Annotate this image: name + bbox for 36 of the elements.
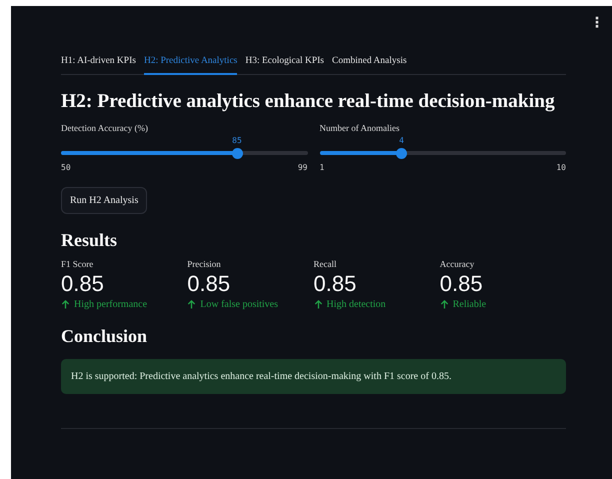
page-title: H2: Predictive analytics enhance real-time decision-making — [61, 91, 556, 113]
metric-label: Precision — [187, 259, 222, 269]
tab[interactable]: Combined Analysis — [332, 52, 407, 75]
slider-min: 50 — [61, 163, 71, 172]
metric-value: 0.85 — [314, 271, 358, 297]
run-analysis-button[interactable]: Run H2 Analysis — [61, 187, 148, 214]
tab[interactable]: H3: Ecological KPIs — [245, 52, 324, 75]
metric-value: 0.85 — [61, 271, 105, 297]
arrow-up-icon — [61, 300, 70, 309]
arrow-up-icon — [440, 300, 449, 309]
arrow-up-icon — [314, 300, 322, 309]
slider-max: 99 — [298, 163, 308, 172]
metric-delta: Reliable — [452, 299, 486, 310]
metric-delta: High performance — [74, 299, 148, 310]
metric-label: F1 Score — [61, 259, 94, 269]
arrow-up-icon — [187, 300, 196, 309]
metric-label: Accuracy — [440, 259, 476, 269]
metric-delta: Low false positives — [200, 299, 278, 310]
results-heading: Results — [61, 230, 118, 251]
slider-thumb[interactable] — [232, 148, 242, 158]
slider-label: Number of Anomalies — [320, 123, 400, 133]
conclusion-heading: Conclusion — [61, 326, 148, 347]
tab[interactable]: H1: AI-driven KPIs — [61, 52, 136, 75]
metric-value: 0.85 — [187, 271, 232, 297]
slider-min: 1 — [320, 163, 324, 172]
conclusion-text: H2 is supported: Predictive analytics enhance real-time decision-making with F1 score of 0.85. — [71, 371, 452, 382]
slider-value: 85 — [232, 136, 242, 145]
menu-icon[interactable]: ⋮ — [590, 16, 604, 30]
tab[interactable]: H2: Predictive Analytics — [144, 52, 238, 75]
metric-value: 0.85 — [440, 271, 484, 297]
metric-delta: High detection — [326, 299, 386, 310]
slider-thumb[interactable] — [396, 148, 408, 158]
slider-max: 10 — [556, 163, 566, 172]
slider-value: 4 — [399, 136, 404, 145]
slider-label: Detection Accuracy (%) — [61, 123, 149, 133]
metric-label: Recall — [314, 259, 338, 269]
